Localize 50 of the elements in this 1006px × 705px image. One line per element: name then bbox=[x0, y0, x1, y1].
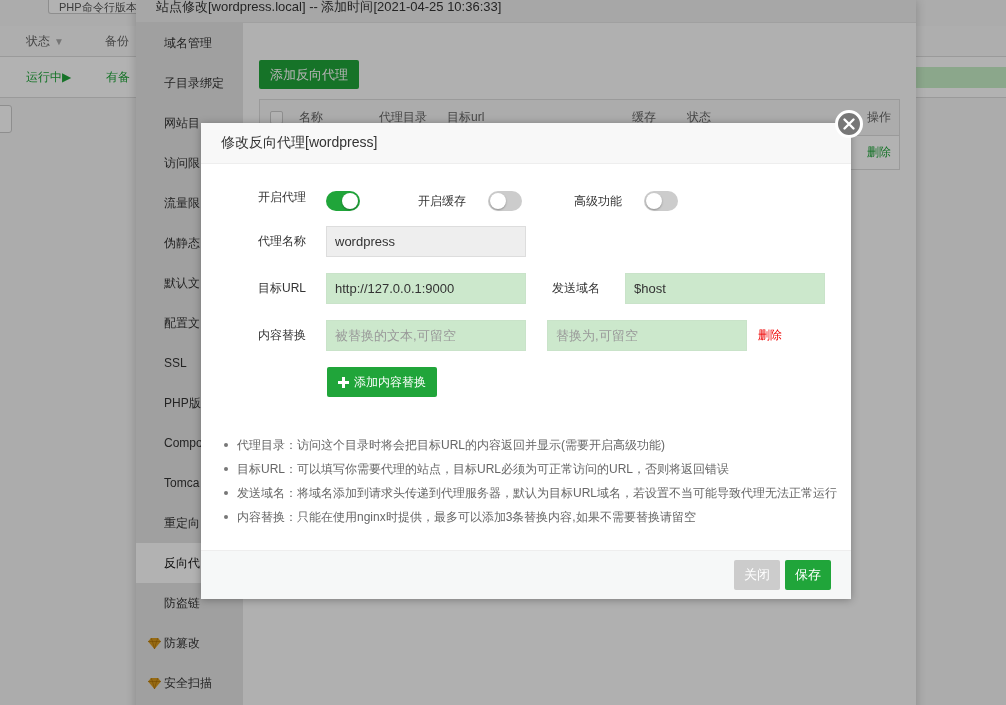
sidebar-item[interactable]: PHP版 bbox=[136, 383, 243, 423]
sidebar-item[interactable]: 配置文 bbox=[136, 303, 243, 343]
bullet-icon bbox=[224, 443, 228, 447]
sidebar-item[interactable]: 安全扫描 bbox=[136, 663, 243, 703]
column-header: 代理目录 bbox=[379, 109, 428, 126]
help-note: 发送域名：将域名添加到请求头传递到代理服务器，默认为目标URL域名，若设置不当可能导致代理无法正常运行 bbox=[237, 484, 837, 502]
input-field[interactable]: $host bbox=[625, 273, 825, 304]
window-title: 站点修改[wordpress.local] -- 添加时间[2021-04-25 10:36:33] bbox=[156, 0, 502, 14]
sidebar-item[interactable]: 防盗链 bbox=[136, 583, 243, 623]
column-header: 缓存 bbox=[632, 109, 657, 126]
sidebar-item[interactable]: 流量限 bbox=[136, 183, 243, 223]
dialog-title: 修改反向代理[wordpress] bbox=[221, 134, 378, 152]
column-header: 目标url bbox=[447, 109, 486, 126]
field-label: 代理名称 bbox=[258, 233, 307, 250]
input-field[interactable]: http://127.0.0.1:9000 bbox=[326, 273, 526, 304]
column-header[interactable]: 备份 bbox=[105, 32, 129, 50]
diamond-icon bbox=[148, 678, 161, 689]
input-field[interactable]: 替换为,可留空 bbox=[547, 320, 747, 351]
bullet-icon bbox=[224, 515, 228, 519]
sidebar-item[interactable]: SSL bbox=[136, 343, 243, 383]
toggle-switch[interactable] bbox=[488, 191, 522, 211]
column-header: 操作 bbox=[867, 109, 891, 126]
field-label: 目标URL bbox=[258, 280, 307, 297]
sidebar-item[interactable]: 默认文 bbox=[136, 263, 243, 303]
diamond-icon bbox=[148, 638, 161, 649]
bullet-icon bbox=[224, 491, 228, 495]
help-note: 内容替换：只能在使用nginx时提供，最多可以添加3条替换内容,如果不需要替换请留空 bbox=[237, 508, 696, 526]
help-note: 目标URL：可以填写你需要代理的站点，目标URL必须为可正常访问的URL，否则将返回错误 bbox=[237, 460, 730, 478]
toggle-label: 开启缓存 bbox=[418, 192, 467, 210]
bullet-icon bbox=[224, 467, 228, 471]
column-header: 名称 bbox=[299, 109, 324, 126]
save-button[interactable]: 保存 bbox=[785, 560, 831, 590]
field-label: 发送域名 bbox=[552, 280, 601, 297]
toggle-switch[interactable] bbox=[326, 191, 360, 211]
help-note: 代理目录：访问这个目录时将会把目标URL的内容返回并显示(需要开启高级功能) bbox=[237, 436, 665, 454]
sidebar-item[interactable]: 域名管理 bbox=[136, 23, 243, 63]
add-replace-button[interactable]: 添加内容替换 bbox=[327, 367, 437, 397]
plus-icon bbox=[338, 376, 349, 388]
input-field[interactable]: wordpress bbox=[326, 226, 526, 257]
delete-link[interactable]: 删除 bbox=[758, 327, 782, 344]
column-header: 状态 bbox=[687, 109, 712, 126]
sidebar-item[interactable]: 伪静态 bbox=[136, 223, 243, 263]
toggle-switch[interactable] bbox=[644, 191, 678, 211]
field-label: 内容替换 bbox=[258, 327, 307, 344]
sidebar-item[interactable]: 防篡改 bbox=[136, 623, 243, 663]
input-field[interactable]: 被替换的文本,可留空 bbox=[326, 320, 526, 351]
toggle-label: 开启代理 bbox=[258, 188, 307, 206]
toggle-label: 高级功能 bbox=[574, 192, 623, 210]
column-header[interactable]: 状态 bbox=[26, 32, 50, 50]
sidebar-item[interactable]: 子目录绑定 bbox=[136, 63, 243, 103]
